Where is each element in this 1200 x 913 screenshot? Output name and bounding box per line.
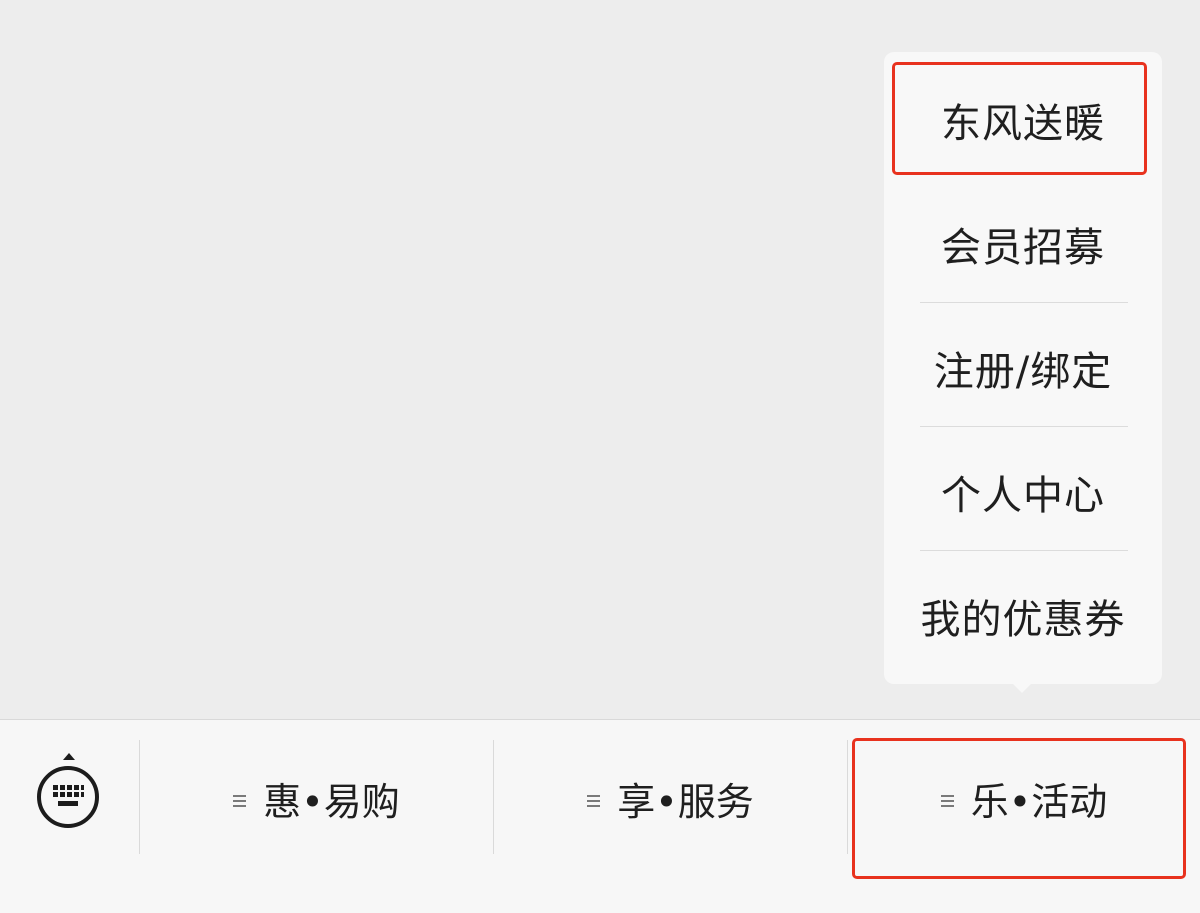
menu-item-my-coupons[interactable]: 我的优惠券 — [884, 554, 1162, 678]
keyboard-toggle-icon — [37, 766, 99, 828]
chat-screen: 东风送暖 会员招募 注册/绑定 个人中心 我的优惠券 惠•易购 享•服务 乐•活… — [0, 0, 1200, 913]
activity-submenu: 东风送暖 会员招募 注册/绑定 个人中心 我的优惠券 — [884, 52, 1162, 684]
bottom-menu-bar: 惠•易购 享•服务 乐•活动 — [0, 719, 1200, 913]
tab-label: 享•服务 — [617, 779, 754, 824]
menu-item-label: 我的优惠券 — [920, 597, 1126, 643]
menu-lines-icon — [233, 793, 247, 807]
menu-item-label: 注册/绑定 — [933, 349, 1113, 395]
menu-item-personal-center[interactable]: 个人中心 — [884, 430, 1162, 554]
menu-item-register-bind[interactable]: 注册/绑定 — [884, 306, 1162, 430]
menu-lines-icon — [587, 793, 601, 807]
menu-divider — [920, 550, 1128, 551]
tab-xiang-fuwu[interactable]: 享•服务 — [494, 720, 847, 876]
tab-label: 乐•活动 — [970, 779, 1108, 824]
menu-item-label: 东风送暖 — [941, 101, 1105, 147]
menu-item-member-recruit[interactable]: 会员招募 — [884, 182, 1162, 306]
tab-le-huodong[interactable]: 乐•活动 — [848, 720, 1200, 876]
menu-item-label: 会员招募 — [941, 225, 1105, 271]
menu-lines-icon — [940, 793, 955, 807]
tab-hui-yigou[interactable]: 惠•易购 — [140, 720, 493, 876]
keyboard-toggle-button[interactable] — [0, 720, 140, 880]
popup-pointer-arrow — [1011, 682, 1033, 693]
menu-divider — [920, 426, 1128, 427]
menu-item-label: 个人中心 — [941, 473, 1105, 519]
caret-up-icon — [63, 753, 75, 760]
menu-item-dongfeng-songnuan[interactable]: 东风送暖 — [884, 58, 1162, 182]
tab-label: 惠•易购 — [263, 779, 400, 824]
menu-divider — [920, 302, 1128, 303]
